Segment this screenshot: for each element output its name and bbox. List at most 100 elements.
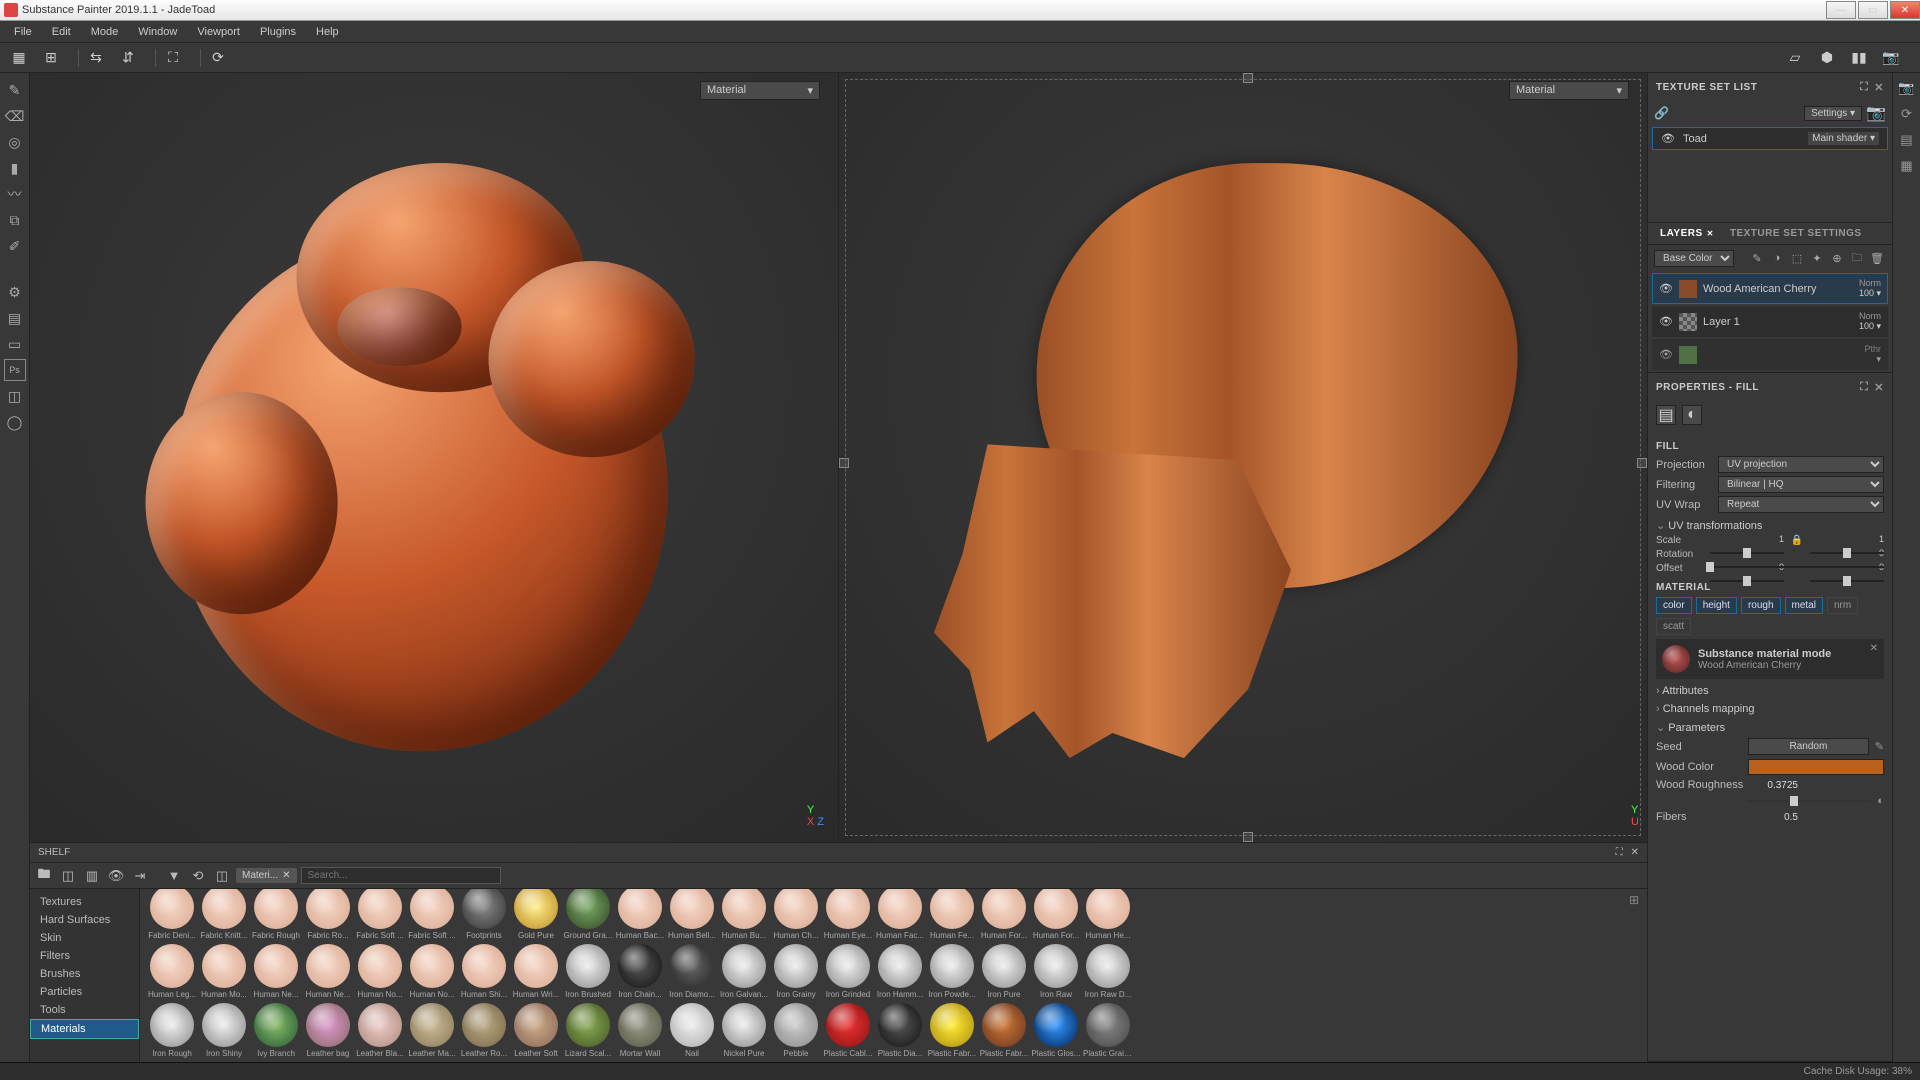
menu-window[interactable]: Window: [128, 23, 187, 41]
shelf-item[interactable]: Human For...: [1030, 889, 1082, 940]
collection-icon[interactable]: ▥: [82, 866, 102, 886]
layer-vis-icon[interactable]: 👁: [1659, 348, 1673, 361]
delete-layer-icon[interactable]: 🗑: [1868, 249, 1886, 267]
seed-random-button[interactable]: Random: [1748, 738, 1869, 755]
brush-icon[interactable]: ✎: [4, 79, 26, 101]
fill-layer-icon[interactable]: ⬚: [1788, 249, 1806, 267]
shelf-item[interactable]: Human He...: [1082, 889, 1134, 940]
filter-tag[interactable]: Materi...✕: [236, 868, 297, 883]
shelf-item[interactable]: Human Bu...: [718, 889, 770, 940]
channel-height[interactable]: height: [1696, 597, 1737, 614]
search-input[interactable]: [301, 867, 501, 884]
add-layer-icon[interactable]: ⊕: [1828, 249, 1846, 267]
camera-icon[interactable]: ▮▮: [1848, 47, 1870, 69]
cat-filters[interactable]: Filters: [30, 947, 139, 965]
shelf-item[interactable]: Mortar Wall: [614, 1003, 666, 1058]
shelf-item[interactable]: Human Mo...: [198, 944, 250, 999]
log-icon[interactable]: ▤: [1898, 131, 1916, 149]
shelf-item[interactable]: Iron Powde...: [926, 944, 978, 999]
cat-tools[interactable]: Tools: [30, 1001, 139, 1019]
refresh-icon[interactable]: ⟳: [207, 47, 229, 69]
shelf-item[interactable]: Nail: [666, 1003, 718, 1058]
shelf-item[interactable]: Lizard Scal...: [562, 1003, 614, 1058]
shelf-item[interactable]: Human Fac...: [874, 889, 926, 940]
cat-brushes[interactable]: Brushes: [30, 965, 139, 983]
shelf-item[interactable]: Plastic Fabr...: [978, 1003, 1030, 1058]
reset-icon[interactable]: ⟲: [188, 866, 208, 886]
maximize-button[interactable]: ▭: [1858, 1, 1888, 19]
channel-nrm[interactable]: nrm: [1827, 597, 1858, 614]
shelf-item[interactable]: Plastic Cabl...: [822, 1003, 874, 1058]
minimize-button[interactable]: —: [1826, 1, 1856, 19]
menu-viewport[interactable]: Viewport: [187, 23, 250, 41]
tab-layers[interactable]: LAYERS✕: [1652, 223, 1722, 244]
ring-icon[interactable]: ◯: [4, 411, 26, 433]
grid-icon[interactable]: ⊞: [40, 47, 62, 69]
grid-toggle-icon[interactable]: ⊞: [1629, 893, 1639, 907]
mirror-h-icon[interactable]: ⇆: [85, 47, 107, 69]
shelf-item[interactable]: Fabric Rough: [250, 889, 302, 940]
projection-icon[interactable]: ◎: [4, 131, 26, 153]
shelf-item[interactable]: Human Ch...: [770, 889, 822, 940]
perspective-icon[interactable]: ▱: [1784, 47, 1806, 69]
shelf-item[interactable]: Fabric Deni...: [146, 889, 198, 940]
hide-icon[interactable]: 👁: [106, 866, 126, 886]
shelf-item[interactable]: Iron Hamm...: [874, 944, 926, 999]
monitor-icon[interactable]: ▭: [4, 333, 26, 355]
shelf-item[interactable]: Leather Ma...: [406, 1003, 458, 1058]
shelf-item[interactable]: Leather Soft: [510, 1003, 562, 1058]
menu-file[interactable]: File: [4, 23, 42, 41]
shelf-item[interactable]: Nickel Pure: [718, 1003, 770, 1058]
channel-color[interactable]: color: [1656, 597, 1692, 614]
viewport-mode-dropdown[interactable]: Material: [700, 81, 820, 100]
shelf-item[interactable]: Human Ne...: [250, 944, 302, 999]
menu-help[interactable]: Help: [306, 23, 349, 41]
snapshot-panel-icon[interactable]: 📷: [1898, 79, 1916, 97]
smart-icon[interactable]: ✦: [1808, 249, 1826, 267]
seed-edit-icon[interactable]: ✎: [1875, 740, 1884, 753]
smudge-icon[interactable]: 〰: [4, 183, 26, 205]
wood-roughness-slider[interactable]: [1748, 796, 1871, 806]
shelf-item[interactable]: Iron Grinded: [822, 944, 874, 999]
shelf-item[interactable]: Fabric Soft ...: [354, 889, 406, 940]
quad-view-icon[interactable]: ▦: [8, 47, 30, 69]
channel-scatt[interactable]: scatt: [1656, 618, 1691, 635]
menu-plugins[interactable]: Plugins: [250, 23, 306, 41]
viewport-2d[interactable]: Material YU: [839, 73, 1647, 842]
clone-icon[interactable]: ⧉: [4, 209, 26, 231]
visibility-icon[interactable]: 👁: [1661, 132, 1675, 145]
snapshot-icon[interactable]: 📷: [1880, 47, 1902, 69]
shelf-item[interactable]: Leather Bla...: [354, 1003, 406, 1058]
history-icon[interactable]: ⟳: [1898, 105, 1916, 123]
fill-tab-icon[interactable]: ▤: [1656, 405, 1676, 425]
projection-select[interactable]: UV projection: [1718, 456, 1884, 473]
cat-hardsurfaces[interactable]: Hard Surfaces: [30, 911, 139, 929]
add-icon[interactable]: ◫: [212, 866, 232, 886]
shelf-item[interactable]: Footprints: [458, 889, 510, 940]
shelf-expand-icon[interactable]: ⛶: [1616, 847, 1623, 858]
cat-textures[interactable]: Textures: [30, 893, 139, 911]
layer-vis-icon[interactable]: 👁: [1659, 315, 1673, 328]
shelf-item[interactable]: Ground Gra...: [562, 889, 614, 940]
gear-icon[interactable]: ⚙: [4, 281, 26, 303]
eraser-icon[interactable]: ⌫: [4, 105, 26, 127]
folder-icon[interactable]: 🖿: [34, 866, 54, 886]
shelf-item[interactable]: Fabric Ro...: [302, 889, 354, 940]
settings-button[interactable]: Settings ▾: [1804, 106, 1862, 121]
channel-select[interactable]: Base Color: [1654, 250, 1734, 267]
texture-set-item[interactable]: 👁 Toad Main shader ▾: [1652, 127, 1888, 150]
filtering-select[interactable]: Bilinear | HQ: [1718, 476, 1884, 493]
shelf-item[interactable]: Human No...: [354, 944, 406, 999]
effect-icon[interactable]: ✎: [1748, 249, 1766, 267]
import-icon[interactable]: ⇥: [130, 866, 150, 886]
shelf-item[interactable]: Iron Chain...: [614, 944, 666, 999]
globe-tab-icon[interactable]: ◐: [1682, 405, 1702, 425]
folder-layer-icon[interactable]: 🗀: [1848, 249, 1866, 267]
channels-mapping-toggle[interactable]: Channels mapping: [1656, 703, 1884, 715]
shelf-close-icon[interactable]: ✕: [1631, 847, 1639, 858]
shelf-item[interactable]: Iron Raw: [1030, 944, 1082, 999]
shelf-item[interactable]: Iron Grainy: [770, 944, 822, 999]
shelf-item[interactable]: Gold Pure: [510, 889, 562, 940]
wood-color-swatch[interactable]: [1748, 759, 1884, 775]
library-icon[interactable]: ◫: [4, 385, 26, 407]
